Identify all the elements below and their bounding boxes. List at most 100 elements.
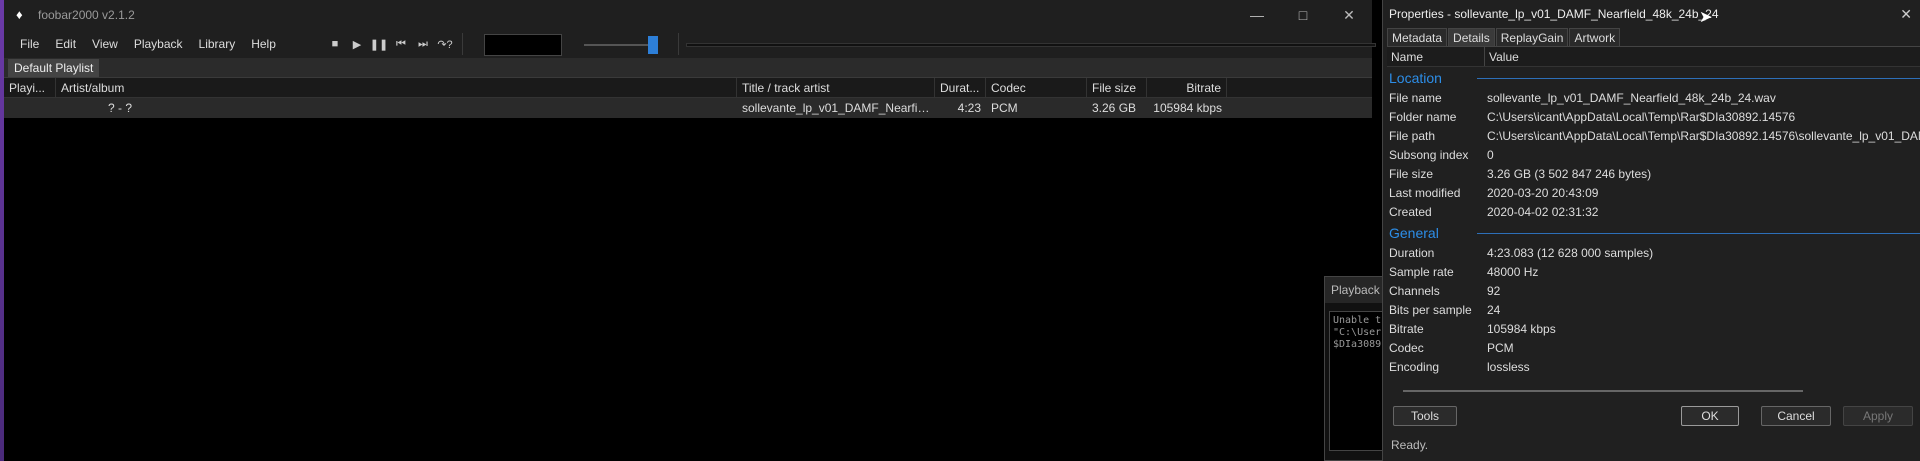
detail-row[interactable]: Bits per sample 24 bbox=[1387, 301, 1920, 320]
table-row[interactable]: ? - ? sollevante_lp_v01_DAMF_Nearfield..… bbox=[4, 98, 1372, 118]
detail-value: lossless bbox=[1487, 360, 1530, 374]
cell-file-size: 3.26 GB bbox=[1092, 101, 1137, 115]
detail-value: 3.26 GB (3 502 847 246 bytes) bbox=[1487, 167, 1652, 181]
close-button[interactable]: ✕ bbox=[1326, 0, 1372, 30]
column-bitrate[interactable]: Bitrate bbox=[1147, 78, 1227, 97]
menu-file[interactable]: File bbox=[12, 33, 47, 55]
detail-value: 2020-03-20 20:43:09 bbox=[1487, 186, 1599, 200]
tools-button[interactable]: Tools bbox=[1393, 406, 1457, 426]
column-file-size[interactable]: File size bbox=[1087, 78, 1147, 97]
detail-name: Duration bbox=[1389, 246, 1435, 260]
detail-row[interactable]: File path C:\Users\icant\AppData\Local\Te… bbox=[1387, 127, 1920, 146]
section-divider bbox=[1477, 78, 1920, 79]
horizontal-scrollbar[interactable] bbox=[1403, 390, 1803, 392]
detail-value: PCM bbox=[1487, 341, 1514, 355]
ok-button[interactable]: OK bbox=[1681, 406, 1739, 426]
transport-controls: ■ ▶ ❚❚ ⏮ ⏭ ↷? bbox=[324, 30, 469, 58]
pause-icon[interactable]: ❚❚ bbox=[368, 33, 390, 55]
detail-row[interactable]: File name sollevante_lp_v01_DAMF_Nearfiel… bbox=[1387, 89, 1920, 108]
section-divider bbox=[1477, 233, 1920, 234]
detail-value: 0 bbox=[1487, 148, 1494, 162]
menu-library[interactable]: Library bbox=[191, 33, 244, 55]
status-text: Ready. bbox=[1391, 438, 1429, 452]
stop-icon[interactable]: ■ bbox=[324, 33, 346, 55]
detail-name: Sample rate bbox=[1389, 265, 1454, 279]
close-icon[interactable]: ✕ bbox=[1900, 0, 1912, 28]
menu-edit[interactable]: Edit bbox=[47, 33, 84, 55]
tab-metadata[interactable]: Metadata bbox=[1387, 28, 1448, 46]
detail-name: Bitrate bbox=[1389, 322, 1424, 336]
seek-bar[interactable] bbox=[686, 43, 1376, 47]
cell-codec: PCM bbox=[991, 101, 1018, 115]
visualization-panel bbox=[484, 34, 562, 56]
detail-name: File path bbox=[1389, 129, 1436, 143]
volume-knob[interactable] bbox=[648, 36, 658, 54]
column-playing[interactable]: Playi... bbox=[4, 78, 56, 97]
detail-value: 24 bbox=[1487, 303, 1501, 317]
maximize-button[interactable]: □ bbox=[1280, 0, 1326, 30]
tab-replaygain[interactable]: ReplayGain bbox=[1495, 28, 1569, 46]
detail-row[interactable]: Bitrate 105984 kbps bbox=[1387, 320, 1920, 339]
playlist-header: Playi... Artist/album Title / track arti… bbox=[4, 78, 1372, 98]
column-title[interactable]: Title / track artist bbox=[737, 78, 935, 97]
detail-value: C:\Users\icant\AppData\Local\Temp\Rar$DI… bbox=[1487, 110, 1796, 124]
column-name[interactable]: Name bbox=[1387, 47, 1485, 66]
details-list[interactable]: Name Value Location File name sollevante_… bbox=[1387, 46, 1920, 377]
column-codec[interactable]: Codec bbox=[986, 78, 1087, 97]
detail-value: 105984 kbps bbox=[1487, 322, 1556, 336]
foobar-logo-icon: ♦ bbox=[16, 7, 23, 22]
column-artist-album[interactable]: Artist/album bbox=[56, 78, 737, 97]
detail-row[interactable]: Codec PCM bbox=[1387, 339, 1920, 358]
section-location: Location bbox=[1387, 67, 1920, 89]
playback-error-text: Unable t "C:\User $DIa3089 bbox=[1329, 311, 1389, 451]
column-value[interactable]: Value bbox=[1485, 47, 1920, 66]
foobar-main-window: ♦ foobar2000 v2.1.2 — □ ✕ File Edit View… bbox=[4, 0, 1376, 461]
details-header: Name Value bbox=[1387, 47, 1920, 67]
random-icon[interactable]: ↷? bbox=[434, 33, 456, 55]
cancel-button[interactable]: Cancel bbox=[1761, 406, 1831, 426]
detail-value: 4:23.083 (12 628 000 samples) bbox=[1487, 246, 1654, 260]
playlist-tabs: Default Playlist bbox=[4, 58, 1372, 78]
detail-row[interactable]: Last modified 2020-03-20 20:43:09 bbox=[1387, 184, 1920, 203]
tab-artwork[interactable]: Artwork bbox=[1569, 28, 1621, 46]
detail-row[interactable]: Duration 4:23.083 (12 628 000 samples) bbox=[1387, 244, 1920, 263]
detail-row[interactable]: Created 2020-04-02 02:31:32 bbox=[1387, 203, 1920, 222]
cell-playing bbox=[4, 98, 56, 118]
apply-button[interactable]: Apply bbox=[1843, 406, 1913, 426]
detail-row[interactable]: File size 3.26 GB (3 502 847 246 bytes) bbox=[1387, 165, 1920, 184]
detail-row[interactable]: Encoding lossless bbox=[1387, 358, 1920, 377]
minimize-button[interactable]: — bbox=[1234, 0, 1280, 30]
detail-name: Encoding bbox=[1389, 360, 1440, 374]
detail-name: Subsong index bbox=[1389, 148, 1469, 162]
properties-title-bar[interactable]: Properties - sollevante_lp_v01_DAMF_Near… bbox=[1383, 0, 1920, 28]
cell-artist-album: ? - ? bbox=[108, 101, 133, 115]
toolbar-divider bbox=[462, 33, 463, 55]
volume-slider[interactable] bbox=[580, 34, 664, 56]
window-title: foobar2000 v2.1.2 bbox=[38, 8, 135, 22]
detail-row[interactable]: Subsong index 0 bbox=[1387, 146, 1920, 165]
next-icon[interactable]: ⏭ bbox=[412, 33, 434, 55]
detail-name: File size bbox=[1389, 167, 1434, 181]
title-bar[interactable]: ♦ foobar2000 v2.1.2 — □ ✕ bbox=[4, 0, 1372, 30]
detail-row[interactable]: Folder name C:\Users\icant\AppData\Local\… bbox=[1387, 108, 1920, 127]
menu-view[interactable]: View bbox=[84, 33, 126, 55]
detail-value: 2020-04-02 02:31:32 bbox=[1487, 205, 1599, 219]
detail-row[interactable]: Sample rate 48000 Hz bbox=[1387, 263, 1920, 282]
volume-track bbox=[584, 44, 656, 46]
section-general-label: General bbox=[1389, 225, 1439, 241]
detail-value: 48000 Hz bbox=[1487, 265, 1539, 279]
menu-playback[interactable]: Playback bbox=[126, 33, 191, 55]
detail-name: Channels bbox=[1389, 284, 1440, 298]
play-icon[interactable]: ▶ bbox=[346, 33, 368, 55]
column-duration[interactable]: Durat... bbox=[935, 78, 986, 97]
detail-value: C:\Users\icant\AppData\Local\Temp\Rar$DI… bbox=[1487, 129, 1920, 143]
previous-icon[interactable]: ⏮ bbox=[390, 33, 412, 55]
detail-row[interactable]: Channels 92 bbox=[1387, 282, 1920, 301]
cell-duration: 4:23 bbox=[957, 101, 981, 115]
tab-default-playlist[interactable]: Default Playlist bbox=[8, 59, 100, 77]
properties-title: Properties - sollevante_lp_v01_DAMF_Near… bbox=[1389, 7, 1719, 21]
menu-help[interactable]: Help bbox=[243, 33, 284, 55]
tab-details[interactable]: Details bbox=[1448, 28, 1495, 46]
detail-value: 92 bbox=[1487, 284, 1501, 298]
toolbar-divider bbox=[678, 33, 679, 55]
